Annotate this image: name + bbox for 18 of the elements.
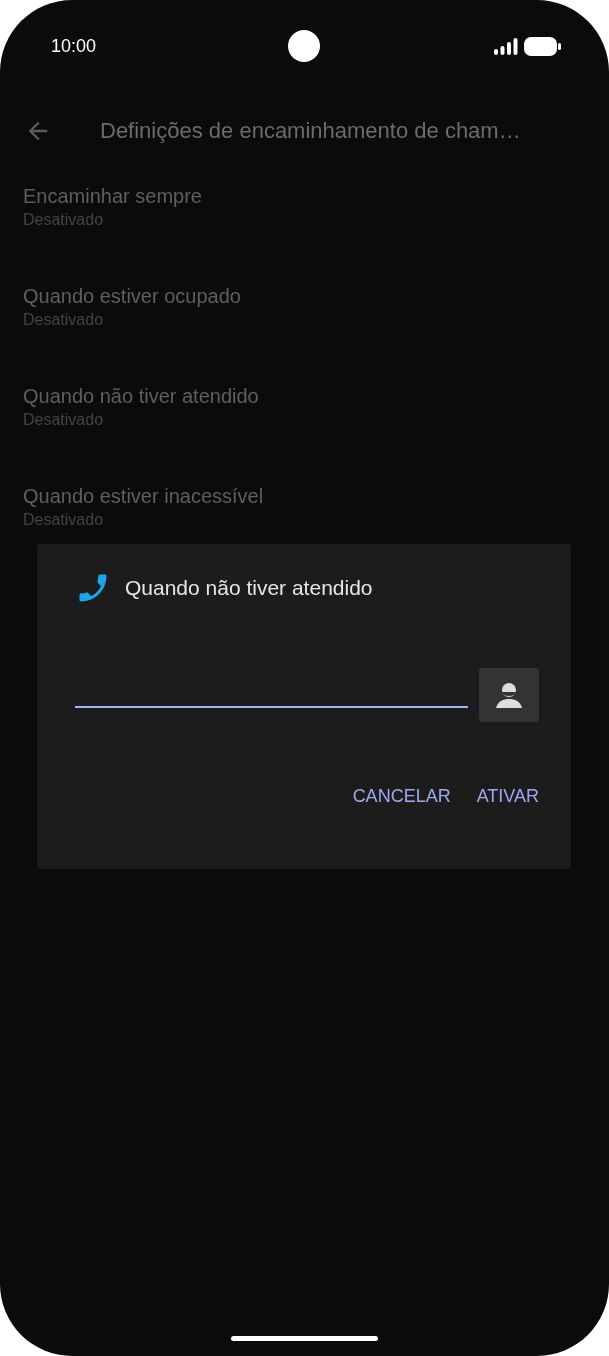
camera-cutout <box>288 30 320 62</box>
setting-summary: Desativado <box>23 210 105 230</box>
setting-summary: Desativado <box>23 510 105 530</box>
contact-picker-button[interactable] <box>479 668 539 722</box>
setting-title[interactable]: Quando estiver inacessível <box>23 482 586 510</box>
setting-title[interactable]: Encaminhar sempre <box>23 182 586 210</box>
dialog-button[interactable]: CANCELAR <box>346 778 457 815</box>
toolbar-title: Definições de encaminhamento de cham… <box>100 118 521 144</box>
dialog-button[interactable]: ATIVAR <box>470 778 545 815</box>
dialog-title: Quando não tiver atendido <box>125 576 373 600</box>
signal-icon <box>494 37 518 55</box>
setting-summary: Desativado <box>23 410 105 430</box>
setting-summary: Desativado <box>23 310 105 330</box>
status-time: 10:00 <box>51 35 97 57</box>
battery-icon <box>524 36 561 56</box>
person-icon <box>494 680 524 710</box>
setting-title[interactable]: Quando estiver ocupado <box>23 282 586 310</box>
setting-title[interactable]: Quando não tiver atendido <box>23 382 586 410</box>
